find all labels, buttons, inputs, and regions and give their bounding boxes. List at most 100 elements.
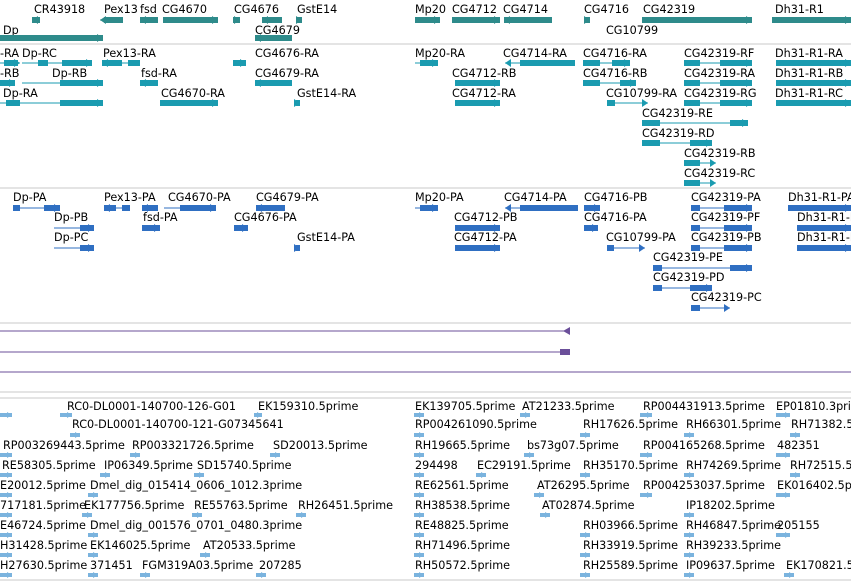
feature-label: FGM319A03.5prime xyxy=(142,559,253,572)
strand-arrow xyxy=(785,452,790,458)
exon-block xyxy=(653,285,662,291)
feature-label: RH66301.5prime xyxy=(686,418,781,431)
strand-arrow xyxy=(689,432,694,438)
exon-block xyxy=(684,80,700,86)
strand-arrow xyxy=(419,492,424,498)
feature-label: Dh31-R1-PC xyxy=(797,231,851,244)
feature-label: H31428.5prime xyxy=(0,539,87,552)
feature-label: GstE14 xyxy=(297,3,337,16)
feature-label: CG10799 xyxy=(606,24,658,37)
feature-label: EC29191.5prime xyxy=(477,459,571,472)
feature-label: CG4679-PA xyxy=(256,191,319,204)
feature-label: RE58305.5prime xyxy=(2,459,96,472)
transcript-track[interactable]: -RA Dp-RC Pex13-RA CG4676-RA Mp20-RA CG4714-R… xyxy=(0,47,851,187)
strand-arrow xyxy=(75,432,80,438)
feature-label: Dh31-R1-RA xyxy=(775,47,843,60)
track-panel[interactable]: CR43918 Pex13 fsd CG4670 CG4676 GstE14 Mp20 CG4… xyxy=(0,0,851,581)
feature-label: Mp20-RA xyxy=(415,47,465,60)
strand-arrow xyxy=(795,432,800,438)
feature-label: CG42319-RC xyxy=(684,167,755,180)
feature-label: CG42319-RA xyxy=(684,67,755,80)
strand-arrow xyxy=(205,552,210,558)
strand-arrow xyxy=(7,472,12,478)
feature-label: Mp20 xyxy=(415,3,446,16)
exon-block xyxy=(776,60,851,66)
feature-label: EK159310.5prime xyxy=(258,400,358,413)
feature-label: RP004261090.5prime xyxy=(415,418,537,431)
feature-label: CG4716-RA xyxy=(583,47,647,60)
feature-label: RC0-DL0001-140700-121-G07345641 xyxy=(72,418,284,431)
feature-label: CG4716-RB xyxy=(583,67,647,80)
est-track[interactable]: RC0-DL0001-140700-126-G01 EK159310.5prime… xyxy=(0,400,851,578)
feature-label: Dp-RC xyxy=(22,47,57,60)
feature-label: 205155 xyxy=(777,519,820,532)
feature-label: CR43918 xyxy=(34,3,85,16)
exon-block xyxy=(642,120,660,126)
strand-arrow xyxy=(419,432,424,438)
feature-label: CG4712-PB xyxy=(454,211,517,224)
strand-arrow xyxy=(419,452,424,458)
feature-label: RH19665.5prime xyxy=(415,439,510,452)
feature-label: CG42319-RF xyxy=(684,47,754,60)
exon-block xyxy=(691,205,700,211)
exon-block xyxy=(520,60,575,66)
protein-track[interactable]: Dp-PA Pex13-PA CG4670-PA CG4679-PA Mp20-PA CG… xyxy=(13,191,851,312)
strand-arrow xyxy=(419,472,424,478)
strand-arrow xyxy=(529,452,534,458)
feature-label: RP004253037.5prime xyxy=(643,479,765,492)
strand-arrow xyxy=(261,572,266,578)
feature-label: Dp-RA xyxy=(3,87,38,100)
exon-block xyxy=(772,17,851,23)
strand-arrow xyxy=(145,572,150,578)
feature-label: RH71382.5prime xyxy=(791,418,851,431)
strand-arrow xyxy=(785,492,790,498)
exon-block xyxy=(684,60,700,66)
strand-arrow xyxy=(7,572,12,578)
feature-label: EP01810.3prime xyxy=(776,400,851,413)
exon-block xyxy=(455,245,500,251)
genome-browser: CR43918 Pex13 fsd CG4670 CG4676 GstE14 Mp20 CG4… xyxy=(0,0,851,581)
exon-block xyxy=(583,60,600,66)
feature-label: RH39233.5prime xyxy=(686,539,781,552)
exon-block xyxy=(691,245,700,251)
exon-block xyxy=(691,305,700,311)
feature-label: bs73g07.5prime xyxy=(527,439,619,452)
feature-label: CG4712 xyxy=(452,3,497,16)
gene-track[interactable]: CR43918 Pex13 fsd CG4670 CG4676 GstE14 Mp20 CG4… xyxy=(0,3,851,42)
strand-arrow xyxy=(93,532,98,538)
exon-block xyxy=(13,205,20,211)
feature-label: IP06349.5prime xyxy=(104,459,193,472)
strand-arrow xyxy=(647,492,652,498)
feature-label: 207285 xyxy=(259,559,302,572)
strand-arrow xyxy=(481,472,486,478)
strand-arrow xyxy=(585,552,590,558)
feature-label: AT02874.5prime xyxy=(542,499,635,512)
exon-block xyxy=(642,140,660,146)
strand-arrow xyxy=(7,412,12,418)
feature-label: RH74269.5prime xyxy=(686,459,781,472)
strand-arrow xyxy=(419,572,424,578)
feature-label: Pex13-PA xyxy=(104,191,156,204)
strand-arrow xyxy=(93,572,98,578)
feature-label: IP18202.5prime xyxy=(686,499,775,512)
feature-label: RH25589.5prime xyxy=(583,559,678,572)
strand-arrow xyxy=(7,512,12,518)
feature-label: CG42319-RB xyxy=(684,147,756,160)
feature-label: RE48825.5prime xyxy=(415,519,509,532)
exon-block xyxy=(455,225,500,231)
exon-block xyxy=(452,17,500,23)
strand-arrow xyxy=(689,532,694,538)
strand-arrow xyxy=(539,492,544,498)
feature-label: Dp-PC xyxy=(54,231,88,244)
exon-block xyxy=(776,100,851,106)
feature-label: RP004431913.5prime xyxy=(643,400,765,413)
feature-label: RH33919.5prime xyxy=(583,539,678,552)
alignment-track[interactable] xyxy=(0,327,851,373)
feature-label: EK016402.5prime xyxy=(777,479,851,492)
strand-arrow xyxy=(135,452,140,458)
feature-label: fsd-PA xyxy=(143,211,178,224)
exon-block xyxy=(583,80,600,86)
feature-label: CG10799-PA xyxy=(606,231,676,244)
strand-arrow xyxy=(563,327,570,335)
feature-label: E46724.5prime xyxy=(0,519,86,532)
